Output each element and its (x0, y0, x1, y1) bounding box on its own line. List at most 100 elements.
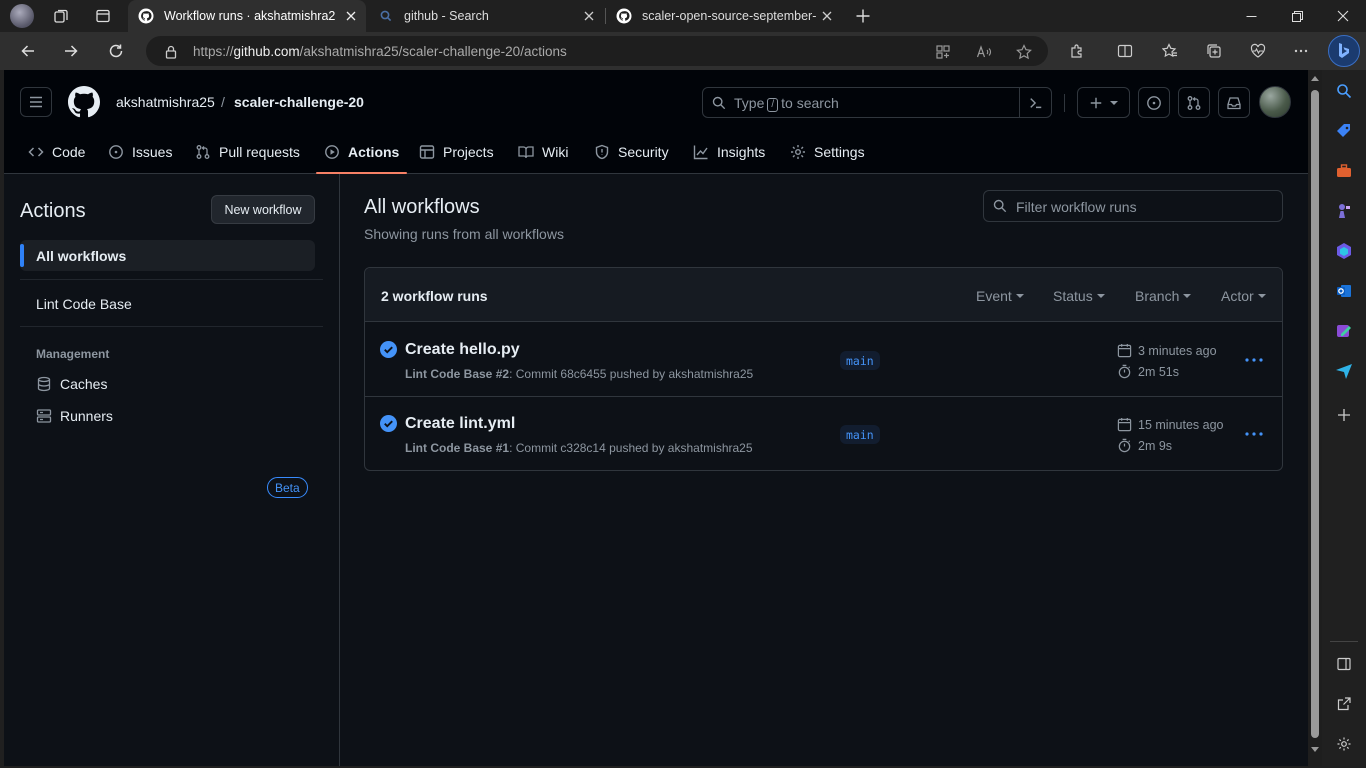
status-filter-dropdown[interactable]: Status (1053, 288, 1105, 304)
page-scrollbar[interactable] (1308, 70, 1322, 766)
workflow-run-row[interactable]: Create hello.py Lint Code Base #2: Commi… (365, 323, 1282, 397)
create-new-button[interactable] (1077, 87, 1130, 118)
play-icon (324, 144, 348, 160)
collections-icon[interactable] (1201, 39, 1227, 63)
branch-label[interactable]: main (840, 351, 880, 370)
games-chess-icon[interactable] (1334, 201, 1354, 221)
scrollbar-thumb[interactable] (1311, 90, 1319, 738)
forward-icon[interactable] (58, 39, 84, 63)
tab-actions[interactable]: Actions (315, 130, 408, 174)
github-logo-icon[interactable] (68, 86, 100, 118)
pull-request-icon (195, 144, 219, 160)
edge-sidebar (1322, 70, 1366, 768)
kebab-menu-icon[interactable] (1243, 349, 1265, 371)
shopping-tag-icon[interactable] (1334, 121, 1354, 141)
microsoft-365-icon[interactable] (1334, 241, 1354, 261)
run-title[interactable]: Create lint.yml (405, 415, 515, 433)
runs-list-header: 2 workflow runs Event Status Branch Acto… (365, 268, 1282, 322)
divider (20, 326, 323, 327)
menu-hamburger-icon[interactable] (20, 87, 52, 117)
copilot-icon[interactable] (1328, 35, 1360, 67)
read-aloud-icon[interactable] (975, 43, 993, 61)
browser-tab-scaler-open-source[interactable]: scaler-open-source-september-challenge (606, 0, 842, 32)
breadcrumb-owner[interactable]: akshatmishra25 (116, 94, 215, 110)
run-title[interactable]: Create hello.py (405, 341, 520, 359)
browser-tab-workflow-runs[interactable]: Workflow runs · akshatmishra25/scaler-ch… (128, 0, 366, 32)
minimize-icon[interactable] (1228, 0, 1274, 32)
breadcrumb-repo[interactable]: scaler-challenge-20 (234, 94, 364, 110)
tab-title: Workflow runs · akshatmishra25/scaler-ch… (164, 9, 336, 23)
workflow-runs-list: 2 workflow runs Event Status Branch Acto… (364, 267, 1283, 471)
event-filter-dropdown[interactable]: Event (976, 288, 1024, 304)
close-window-icon[interactable] (1320, 0, 1366, 32)
sidebar-item-lint-code-base[interactable]: Lint Code Base (20, 288, 315, 319)
branch-filter-dropdown[interactable]: Branch (1135, 288, 1192, 304)
designer-icon[interactable] (1334, 321, 1354, 341)
run-meta: Lint Code Base #1: Commit c328c14 pushed… (405, 441, 753, 455)
pull-requests-button[interactable] (1178, 87, 1210, 118)
tab-title: github - Search (404, 9, 489, 23)
tab-title: scaler-open-source-september-challenge (642, 9, 816, 23)
restore-icon[interactable] (1274, 0, 1320, 32)
search-icon[interactable] (1334, 81, 1354, 101)
run-duration: 2m 51s (1117, 364, 1179, 379)
actor-filter-dropdown[interactable]: Actor (1221, 288, 1266, 304)
send-icon[interactable] (1334, 361, 1354, 381)
sidebar-item-runners[interactable]: Runners (36, 401, 113, 431)
issues-button[interactable] (1138, 87, 1170, 118)
workflow-run-row[interactable]: Create lint.yml Lint Code Base #1: Commi… (365, 397, 1282, 470)
book-icon (518, 144, 542, 160)
close-tab-icon[interactable] (582, 9, 596, 23)
close-tab-icon[interactable] (820, 9, 834, 23)
lock-icon[interactable] (162, 43, 180, 61)
tab-security[interactable]: Security (594, 130, 669, 174)
refresh-icon[interactable] (103, 39, 129, 63)
external-window-icon[interactable] (1334, 694, 1354, 714)
browser-tab-github-search[interactable]: github - Search (368, 0, 604, 32)
tab-insights[interactable]: Insights (693, 130, 765, 174)
tab-settings[interactable]: Settings (790, 130, 865, 174)
sidebar-settings-icon[interactable] (1334, 734, 1354, 754)
add-sidebar-app-icon[interactable] (1334, 405, 1354, 425)
breadcrumb-separator: / (221, 94, 225, 110)
outlook-icon[interactable] (1334, 281, 1354, 301)
close-tab-icon[interactable] (344, 9, 358, 23)
hide-sidebar-icon[interactable] (1334, 654, 1354, 674)
tab-issues[interactable]: Issues (108, 130, 172, 174)
performance-icon[interactable] (1245, 39, 1271, 63)
inbox-button[interactable] (1218, 87, 1250, 118)
tab-code[interactable]: Code (28, 130, 85, 174)
tab-wiki[interactable]: Wiki (518, 130, 568, 174)
filter-workflow-runs-input[interactable]: Filter workflow runs (983, 190, 1283, 222)
filter-placeholder: Filter workflow runs (1016, 199, 1137, 215)
search-icon (712, 96, 726, 110)
more-options-icon[interactable] (1288, 39, 1314, 63)
back-icon[interactable] (15, 39, 41, 63)
tools-briefcase-icon[interactable] (1334, 161, 1354, 181)
sidebar-item-all-workflows[interactable]: All workflows (20, 240, 315, 271)
app-available-icon[interactable] (934, 43, 952, 61)
address-bar[interactable]: https://github.com/akshatmishra25/scaler… (146, 36, 1048, 66)
user-avatar[interactable] (1259, 86, 1291, 118)
extensions-icon[interactable] (1064, 39, 1090, 63)
favorite-star-icon[interactable] (1015, 43, 1033, 61)
scroll-up-icon[interactable] (1311, 76, 1319, 81)
branch-label[interactable]: main (840, 425, 880, 444)
tab-actions-icon[interactable] (92, 6, 114, 26)
command-palette-icon[interactable] (1019, 88, 1052, 117)
scroll-down-icon[interactable] (1311, 747, 1319, 752)
server-icon (36, 408, 60, 424)
split-screen-icon[interactable] (1112, 39, 1138, 63)
sidebar-item-caches[interactable]: Caches (36, 369, 107, 399)
favorites-icon[interactable] (1157, 39, 1183, 63)
kebab-menu-icon[interactable] (1243, 423, 1265, 445)
url-text: https://github.com/akshatmishra25/scaler… (193, 44, 567, 59)
run-time: 3 minutes ago (1117, 343, 1217, 358)
global-search-input[interactable]: Type / to search (702, 87, 1052, 118)
new-workflow-button[interactable]: New workflow (211, 195, 315, 224)
tab-projects[interactable]: Projects (419, 130, 494, 174)
workspaces-icon[interactable] (50, 6, 72, 26)
new-tab-icon[interactable] (852, 6, 874, 26)
profile-avatar-icon[interactable] (10, 4, 34, 28)
tab-pull-requests[interactable]: Pull requests (195, 130, 300, 174)
